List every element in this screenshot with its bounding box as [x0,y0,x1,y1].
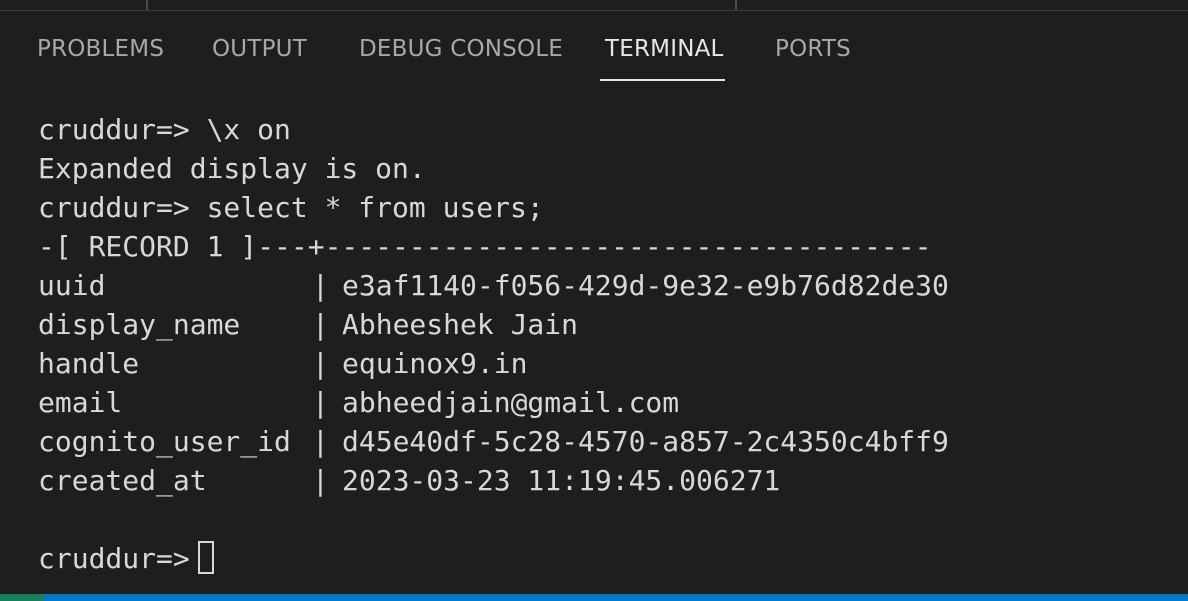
column-separator: | [312,425,329,458]
field-value: d45e40df-5c28-4570-a857-2c4350c4bff9 [342,425,949,458]
field-name: display_name [38,308,241,341]
remote-indicator[interactable] [0,594,44,601]
terminal-output[interactable]: cruddur=> \x on Expanded display is on. … [38,110,949,578]
editor-divider [146,0,148,10]
column-separator: | [312,308,329,341]
field-value: 2023-03-23 11:19:45.006271 [342,464,781,497]
tab-ports[interactable]: PORTS [775,36,851,62]
prompt-line[interactable]: cruddur=> [38,539,949,578]
field-value: Abheeshek Jain [342,308,579,341]
field-name: created_at [38,464,207,497]
bottom-panel: PROBLEMS OUTPUT DEBUG CONSOLE TERMINAL P… [0,11,1188,594]
field-name: email [38,386,123,419]
record-row: uuid | e3af1140-f056-429d-9e32-e9b76d82de3… [38,266,949,305]
record-row: handle | equinox9.in [38,344,949,383]
tab-output[interactable]: OUTPUT [212,36,307,62]
terminal-line: Expanded display is on. [38,152,426,185]
field-name: cognito_user_id [38,425,291,458]
column-separator: | [312,464,329,497]
tab-problems[interactable]: PROBLEMS [37,36,164,62]
field-value: abheedjain@gmail.com [342,386,680,419]
column-separator: | [312,347,329,380]
active-tab-indicator [600,79,725,81]
record-row: cognito_user_id | d45e40df-5c28-4570-a857-… [38,422,949,461]
terminal-line: cruddur=> select * from users; [38,191,544,224]
terminal-line: cruddur=> \x on [38,113,291,146]
column-separator: | [312,269,329,302]
status-bar [0,594,1188,601]
field-value: equinox9.in [342,347,528,380]
terminal-cursor [197,540,214,574]
field-name: uuid [38,269,106,302]
terminal-prompt: cruddur=> [38,542,190,575]
editor-area-edge [0,0,1188,11]
tab-terminal[interactable]: TERMINAL [605,36,724,62]
editor-divider [735,0,737,10]
field-name: handle [38,347,140,380]
column-separator: | [312,386,329,419]
tab-debug-console[interactable]: DEBUG CONSOLE [359,36,563,62]
record-row: email | abheedjain@gmail.com [38,383,949,422]
record-row: created_at | 2023-03-23 11:19:45.006271 [38,461,949,500]
field-value: e3af1140-f056-429d-9e32-e9b76d82de30 [342,269,949,302]
record-row: display_name | Abheeshek Jain [38,305,949,344]
record-header: -[ RECORD 1 ]---+-----------------------… [38,230,932,263]
panel-tab-bar: PROBLEMS OUTPUT DEBUG CONSOLE TERMINAL P… [0,11,1188,91]
